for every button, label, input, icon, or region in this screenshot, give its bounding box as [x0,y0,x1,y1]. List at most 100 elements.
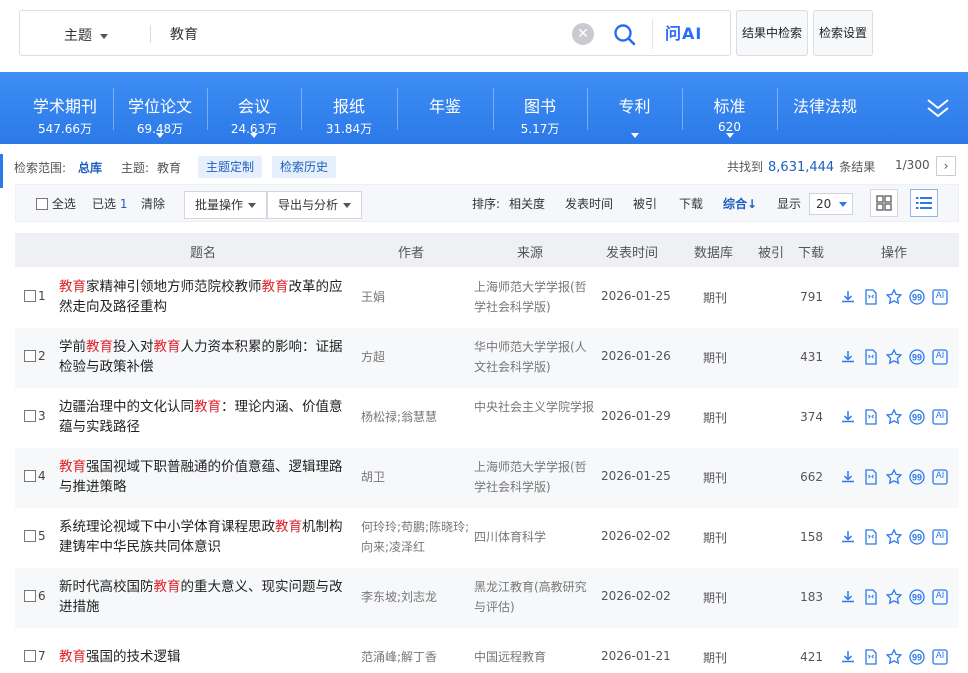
html-read-icon[interactable] [862,348,880,366]
search-in-results-button[interactable]: 结果中检索 [736,10,808,56]
result-author[interactable]: 胡卫 [361,467,473,487]
search-scope-dropdown[interactable]: 主题 [64,25,108,45]
col-download[interactable]: 下载 [798,242,824,261]
tab-newspapers[interactable]: 报纸 31.84万 [301,72,397,144]
result-title-link[interactable]: 系统理论视域下中小学体育课程思政教育机制构建铸牢中华民族共同体意识 [59,517,355,557]
download-icon[interactable] [839,348,857,366]
ai-icon[interactable]: AI [931,288,949,306]
clear-icon[interactable]: ✕ [572,23,594,45]
search-input[interactable] [170,23,570,45]
favorite-star-icon[interactable] [885,588,903,606]
result-author[interactable]: 王娟 [361,287,473,307]
cite-icon[interactable]: 99 [908,588,926,606]
ai-icon[interactable]: AI [931,648,949,666]
result-source[interactable]: 华中师范大学学报(人文社会科学版) [474,337,596,377]
page-size-select[interactable]: 20 [809,193,853,215]
cite-icon[interactable]: 99 [908,408,926,426]
favorite-star-icon[interactable] [885,408,903,426]
result-source[interactable]: 中国远程教育 [474,647,596,667]
tab-laws[interactable]: 法律法规 [777,72,873,144]
html-read-icon[interactable] [862,408,880,426]
result-title-link[interactable]: 教育强国的技术逻辑 [59,647,355,667]
export-analysis-dropdown[interactable]: 导出与分析 [267,191,363,219]
col-date[interactable]: 发表时间 [606,242,658,261]
html-read-icon[interactable] [862,468,880,486]
search-history-button[interactable]: 检索历史 [272,156,337,178]
cite-icon[interactable]: 99 [908,528,926,546]
result-author[interactable]: 范涌峰;解丁香 [361,647,473,667]
download-icon[interactable] [839,528,857,546]
download-icon[interactable] [839,408,857,426]
sort-cited[interactable]: 被引 [633,195,657,212]
download-icon[interactable] [839,588,857,606]
result-title-link[interactable]: 教育强国视域下职普融通的价值意蕴、逻辑理路与推进策略 [59,457,355,497]
search-settings-button[interactable]: 检索设置 [813,10,873,56]
row-checkbox[interactable] [24,590,36,602]
result-source[interactable]: 中央社会主义学院学报 [474,397,596,417]
next-page-button[interactable]: › [936,156,956,176]
row-checkbox[interactable] [24,410,36,422]
custom-topic-button[interactable]: 主题定制 [198,156,263,178]
select-all[interactable]: 全选 [36,195,76,212]
ai-icon[interactable]: AI [931,468,949,486]
result-source[interactable]: 四川体育科学 [474,527,596,547]
cite-icon[interactable]: 99 [908,468,926,486]
result-author[interactable]: 李东坡;刘志龙 [361,587,473,607]
cite-icon[interactable]: 99 [908,288,926,306]
html-read-icon[interactable] [862,588,880,606]
favorite-star-icon[interactable] [885,288,903,306]
favorite-star-icon[interactable] [885,528,903,546]
sort-download[interactable]: 下载 [679,195,703,212]
ai-icon[interactable]: AI [931,408,949,426]
ai-icon[interactable]: AI [931,528,949,546]
tab-conferences[interactable]: 会议 24.63万 [207,72,301,144]
favorite-star-icon[interactable] [885,468,903,486]
download-icon[interactable] [839,468,857,486]
tab-journals[interactable]: 学术期刊 547.66万 [18,72,112,144]
html-read-icon[interactable] [862,288,880,306]
checkbox[interactable] [36,198,48,210]
result-title-link[interactable]: 边疆治理中的文化认同教育：理论内涵、价值意蕴与实践路径 [59,397,355,437]
sort-relevance[interactable]: 相关度 [509,195,545,212]
search-icon[interactable] [612,22,638,48]
row-checkbox[interactable] [24,650,36,662]
expand-tabs-icon[interactable] [924,94,952,122]
result-title-link[interactable]: 教育家精神引领地方师范院校教师教育改革的应然走向及路径重构 [59,277,355,317]
row-checkbox[interactable] [24,290,36,302]
html-read-icon[interactable] [862,528,880,546]
html-read-icon[interactable] [862,648,880,666]
result-source[interactable]: 上海师范大学学报(哲学社会科学版) [474,277,596,317]
download-icon[interactable] [839,288,857,306]
result-source[interactable]: 上海师范大学学报(哲学社会科学版) [474,457,596,497]
tab-patents[interactable]: 专利 [587,72,682,144]
tab-yearbooks[interactable]: 年鉴 [397,72,493,144]
result-author[interactable]: 方超 [361,347,473,367]
tab-books[interactable]: 图书 5.17万 [493,72,587,144]
ai-icon[interactable]: AI [931,588,949,606]
cite-icon[interactable]: 99 [908,648,926,666]
cite-icon[interactable]: 99 [908,348,926,366]
list-view-icon[interactable] [910,189,938,217]
ask-ai-button[interactable]: 问AI [652,19,702,49]
range-value[interactable]: 总库 [78,159,102,176]
grid-view-icon[interactable] [870,189,898,217]
sort-date[interactable]: 发表时间 [565,195,613,212]
row-checkbox[interactable] [24,350,36,362]
ai-icon[interactable]: AI [931,348,949,366]
download-icon[interactable] [839,648,857,666]
row-checkbox[interactable] [24,470,36,482]
result-author[interactable]: 杨松禄;翁慧慧 [361,407,473,427]
row-checkbox[interactable] [24,530,36,542]
clear-selection-button[interactable]: 清除 [141,195,165,212]
sort-combined[interactable]: 综合↓ [723,195,757,212]
tab-standards[interactable]: 标准 620 [682,72,777,144]
favorite-star-icon[interactable] [885,348,903,366]
result-title-link[interactable]: 学前教育投入对教育人力资本积累的影响：证据检验与政策补偿 [59,337,355,377]
batch-operations-dropdown[interactable]: 批量操作 [184,191,268,219]
result-title-link[interactable]: 新时代高校国防教育的重大意义、现实问题与改进措施 [59,577,355,617]
result-author[interactable]: 何玲玲;苟鹏;陈晓玲;向来;凌泽红 [361,517,473,557]
result-source[interactable]: 黑龙江教育(高教研究与评估) [474,577,596,617]
tab-theses[interactable]: 学位论文 69.48万 [113,72,207,144]
col-cited[interactable]: 被引 [758,242,784,261]
favorite-star-icon[interactable] [885,648,903,666]
